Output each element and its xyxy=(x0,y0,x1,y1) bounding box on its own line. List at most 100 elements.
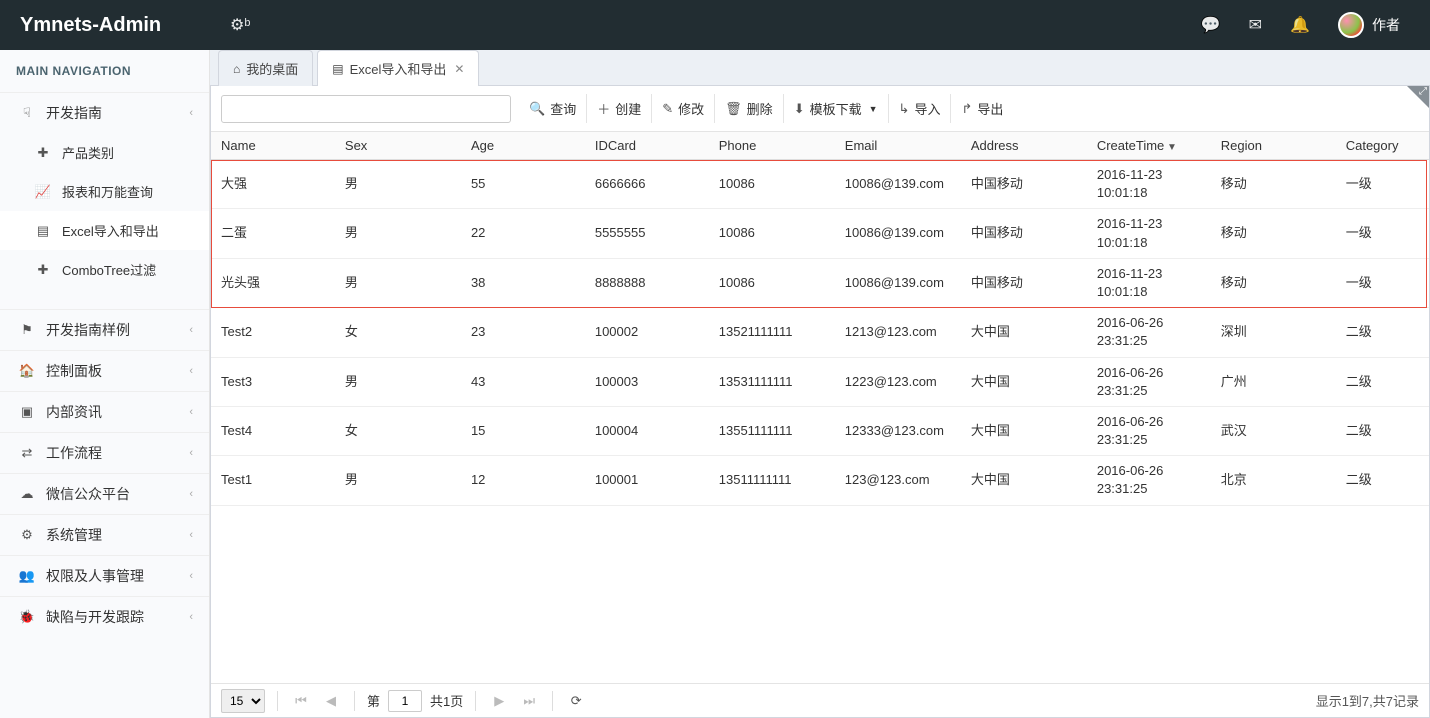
col-phone[interactable]: Phone xyxy=(709,132,835,160)
nav-dev-guide[interactable]: ☟ 开发指南 ‹ xyxy=(0,92,209,133)
nav-wechat[interactable]: ☁ 微信公众平台 ‹ xyxy=(0,473,209,514)
cell-email: 12333@123.com xyxy=(835,406,961,455)
export-icon: ↱ xyxy=(961,101,972,117)
col-age[interactable]: Age xyxy=(461,132,585,160)
nav-news[interactable]: ▣ 内部资讯 ‹ xyxy=(0,391,209,432)
nav-dev-examples[interactable]: ⚑ 开发指南样例 ‹ xyxy=(0,309,209,350)
table-row[interactable]: Test4女151000041355111111112333@123.com大中… xyxy=(211,406,1429,455)
content-area: ⌂ 我的桌面 ▤ Excel导入和导出 ✕ 🔍查询 ＋创建 ✎修改 🗑删除 ⬇模… xyxy=(210,50,1430,718)
fullscreen-handle[interactable] xyxy=(1407,86,1429,108)
cell-phone: 10086 xyxy=(709,160,835,209)
cell-sex: 男 xyxy=(335,160,461,209)
bell-icon[interactable]: 🔔 xyxy=(1290,15,1310,35)
table-row[interactable]: 光头强男3888888881008610086@139.com中国移动2016-… xyxy=(211,258,1429,307)
create-button[interactable]: ＋创建 xyxy=(586,94,651,123)
col-idcard[interactable]: IDCard xyxy=(585,132,709,160)
delete-button[interactable]: 🗑删除 xyxy=(714,94,783,123)
cell-createtime: 2016-11-23 10:01:18 xyxy=(1087,209,1211,258)
cell-name: Test2 xyxy=(211,308,335,357)
cell-phone: 13551111111 xyxy=(709,406,835,455)
col-address[interactable]: Address xyxy=(961,132,1087,160)
last-page-button[interactable]: ⏭ xyxy=(518,690,540,712)
sidebar: MAIN NAVIGATION ☟ 开发指南 ‹ ✚ 产品类别 📈 报表和万能查… xyxy=(0,50,210,718)
page-size-select[interactable]: 15 xyxy=(221,689,265,713)
download-icon: ⬇ xyxy=(794,101,805,117)
first-page-button[interactable]: ⏮ xyxy=(290,690,312,712)
cell-category: 二级 xyxy=(1336,308,1429,357)
nav-label: Excel导入和导出 xyxy=(62,221,159,240)
cell-category: 二级 xyxy=(1336,456,1429,505)
table-row[interactable]: Test3男43100003135311111111223@123.com大中国… xyxy=(211,357,1429,406)
export-button[interactable]: ↱导出 xyxy=(950,94,1013,123)
table-row[interactable]: 大强男5566666661008610086@139.com中国移动2016-1… xyxy=(211,160,1429,209)
tab-desktop[interactable]: ⌂ 我的桌面 xyxy=(218,50,313,86)
excel-icon: ▤ xyxy=(332,62,343,76)
table-row[interactable]: Test2女23100002135211111111213@123.com大中国… xyxy=(211,308,1429,357)
nav-excel-io[interactable]: ▤ Excel导入和导出 xyxy=(0,211,209,250)
dashboard-icon: 🏠 xyxy=(16,363,38,379)
col-sex[interactable]: Sex xyxy=(335,132,461,160)
cell-phone: 13511111111 xyxy=(709,456,835,505)
edit-button[interactable]: ✎修改 xyxy=(651,94,714,123)
cell-email: 10086@139.com xyxy=(835,209,961,258)
user-menu[interactable]: 作者 xyxy=(1338,12,1400,38)
cell-phone: 13531111111 xyxy=(709,357,835,406)
col-category[interactable]: Category xyxy=(1336,132,1429,160)
page-input[interactable] xyxy=(388,690,422,712)
nav-label: ComboTree过滤 xyxy=(62,260,156,279)
nav-label: 产品类别 xyxy=(62,143,114,162)
chevron-left-icon: ‹ xyxy=(189,488,193,500)
chevron-left-icon: ‹ xyxy=(189,406,193,418)
nav-report-query[interactable]: 📈 报表和万能查询 xyxy=(0,172,209,211)
chat-icon[interactable]: 💬 xyxy=(1201,15,1221,35)
topbar: Ymnets-Admin ⚙ᵇ 💬 ✉ 🔔 作者 xyxy=(0,0,1430,50)
cell-address: 大中国 xyxy=(961,357,1087,406)
cell-category: 二级 xyxy=(1336,357,1429,406)
mail-icon[interactable]: ✉ xyxy=(1249,15,1262,35)
top-actions: ⚙ᵇ xyxy=(210,15,250,35)
next-page-button[interactable]: ▶ xyxy=(488,690,510,712)
col-createtime[interactable]: CreateTime xyxy=(1087,132,1211,160)
nav-label: 系统管理 xyxy=(46,525,102,545)
col-region[interactable]: Region xyxy=(1211,132,1336,160)
nav-combotree[interactable]: ✚ ComboTree过滤 xyxy=(0,250,209,289)
nav-perm-hr[interactable]: 👥 权限及人事管理 ‹ xyxy=(0,555,209,596)
template-download-button[interactable]: ⬇模板下载▼ xyxy=(783,94,888,123)
prev-page-button[interactable]: ◀ xyxy=(320,690,342,712)
col-name[interactable]: Name xyxy=(211,132,335,160)
chevron-left-icon: ‹ xyxy=(189,447,193,459)
table-row[interactable]: 二蛋男2255555551008610086@139.com中国移动2016-1… xyxy=(211,209,1429,258)
search-input[interactable] xyxy=(221,95,511,123)
col-email[interactable]: Email xyxy=(835,132,961,160)
gear-icon[interactable]: ⚙ᵇ xyxy=(230,15,250,35)
gear-icon: ⚙ xyxy=(16,527,38,543)
page-prefix: 第 xyxy=(367,691,380,710)
toolbar: 🔍查询 ＋创建 ✎修改 🗑删除 ⬇模板下载▼ ↳导入 ↱导出 xyxy=(211,86,1429,132)
cell-createtime: 2016-06-26 23:31:25 xyxy=(1087,308,1211,357)
cell-email: 1223@123.com xyxy=(835,357,961,406)
table-row[interactable]: Test1男1210000113511111111123@123.com大中国2… xyxy=(211,456,1429,505)
cell-region: 移动 xyxy=(1211,160,1336,209)
cell-email: 10086@139.com xyxy=(835,160,961,209)
nav-sys-mgmt[interactable]: ⚙ 系统管理 ‹ xyxy=(0,514,209,555)
close-icon[interactable]: ✕ xyxy=(454,62,464,76)
chevron-left-icon: ‹ xyxy=(189,365,193,377)
cell-phone: 10086 xyxy=(709,258,835,307)
cell-sex: 男 xyxy=(335,456,461,505)
import-button[interactable]: ↳导入 xyxy=(888,94,951,123)
nav-bugs[interactable]: 🐞 缺陷与开发跟踪 ‹ xyxy=(0,596,209,637)
cell-email: 123@123.com xyxy=(835,456,961,505)
cell-age: 23 xyxy=(461,308,585,357)
page-total: 共1页 xyxy=(430,691,463,710)
nav-product-category[interactable]: ✚ 产品类别 xyxy=(0,133,209,172)
cell-name: 光头强 xyxy=(211,258,335,307)
nav-dashboard[interactable]: 🏠 控制面板 ‹ xyxy=(0,350,209,391)
cell-age: 12 xyxy=(461,456,585,505)
refresh-button[interactable]: ⟳ xyxy=(565,690,587,712)
query-button[interactable]: 🔍查询 xyxy=(519,94,586,123)
cell-category: 二级 xyxy=(1336,406,1429,455)
workflow-icon: ⇄ xyxy=(16,445,38,461)
cell-address: 大中国 xyxy=(961,456,1087,505)
nav-workflow[interactable]: ⇄ 工作流程 ‹ xyxy=(0,432,209,473)
tab-excel-io[interactable]: ▤ Excel导入和导出 ✕ xyxy=(317,50,479,86)
